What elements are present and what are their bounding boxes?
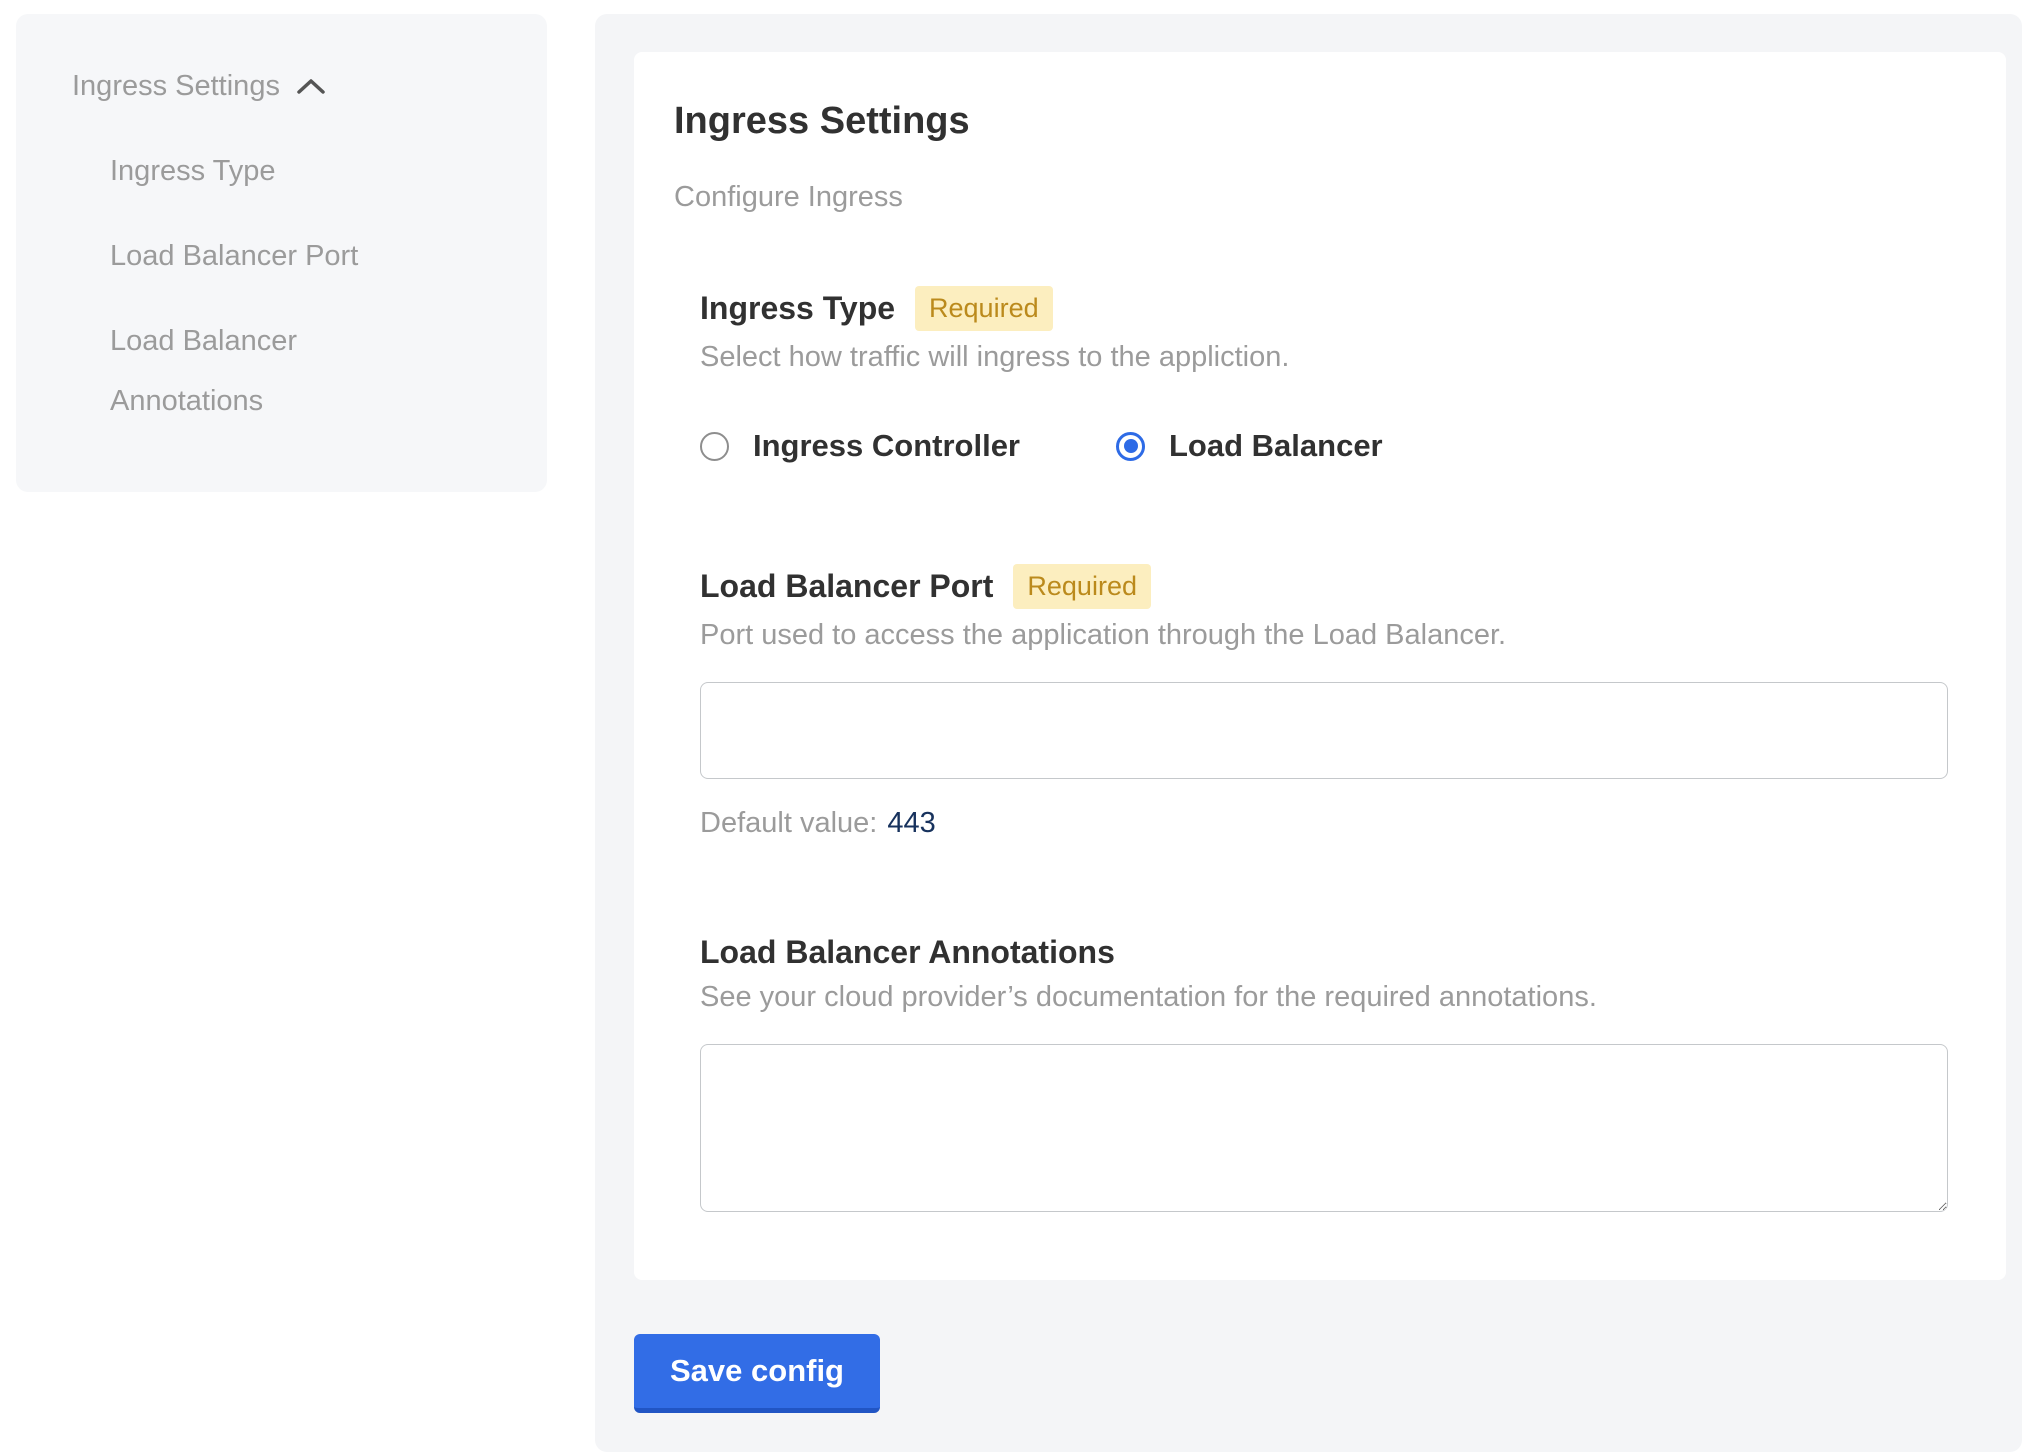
load-balancer-port-input[interactable] xyxy=(700,682,1948,779)
default-value-label: Default value: xyxy=(700,807,877,839)
default-value: 443 xyxy=(887,807,935,839)
sidebar-group-ingress-settings[interactable]: Ingress Settings xyxy=(72,56,507,116)
lb-port-help: Port used to access the application thro… xyxy=(700,619,1948,652)
page-title: Ingress Settings xyxy=(674,100,1948,143)
config-nav-sidebar: Ingress Settings Ingress Type Load Balan… xyxy=(16,14,547,492)
chevron-up-icon xyxy=(296,77,326,95)
page-subtitle: Configure Ingress xyxy=(674,181,1948,214)
radio-option-ingress-controller[interactable]: Ingress Controller xyxy=(700,428,1020,464)
section-load-balancer-annotations: Load Balancer Annotations See your cloud… xyxy=(700,934,1948,1212)
ingress-settings-card: Ingress Settings Configure Ingress Ingre… xyxy=(634,52,2006,1280)
radio-icon xyxy=(700,432,729,461)
section-ingress-type: Ingress Type Required Select how traffic… xyxy=(700,286,1948,464)
sidebar-item-list: Ingress Type Load Balancer Port Load Bal… xyxy=(72,141,507,431)
ingress-type-radio-group: Ingress Controller Load Balancer xyxy=(700,428,1948,464)
save-config-button[interactable]: Save config xyxy=(634,1334,880,1413)
radio-option-load-balancer[interactable]: Load Balancer xyxy=(1116,428,1383,464)
required-badge: Required xyxy=(915,286,1053,331)
sidebar-item-ingress-type[interactable]: Ingress Type xyxy=(110,141,440,201)
sidebar-item-load-balancer-annotations[interactable]: Load Balancer Annotations xyxy=(110,311,440,431)
radio-icon xyxy=(1116,432,1145,461)
ingress-type-label: Ingress Type xyxy=(700,290,895,327)
sidebar-item-load-balancer-port[interactable]: Load Balancer Port xyxy=(110,226,440,286)
lb-annotations-label: Load Balancer Annotations xyxy=(700,934,1115,971)
radio-label: Load Balancer xyxy=(1169,428,1383,464)
page: Ingress Settings Ingress Type Load Balan… xyxy=(0,0,2036,1452)
sidebar-group-label: Ingress Settings xyxy=(72,56,280,116)
ingress-type-help: Select how traffic will ingress to the a… xyxy=(700,341,1948,374)
lb-port-label: Load Balancer Port xyxy=(700,568,993,605)
lb-annotations-help: See your cloud provider’s documentation … xyxy=(700,981,1948,1014)
config-main-panel: Ingress Settings Configure Ingress Ingre… xyxy=(595,14,2022,1452)
radio-label: Ingress Controller xyxy=(753,428,1020,464)
default-value-line: Default value: 443 xyxy=(700,807,1948,840)
required-badge: Required xyxy=(1013,564,1151,609)
load-balancer-annotations-textarea[interactable] xyxy=(700,1044,1948,1212)
section-load-balancer-port: Load Balancer Port Required Port used to… xyxy=(700,564,1948,840)
